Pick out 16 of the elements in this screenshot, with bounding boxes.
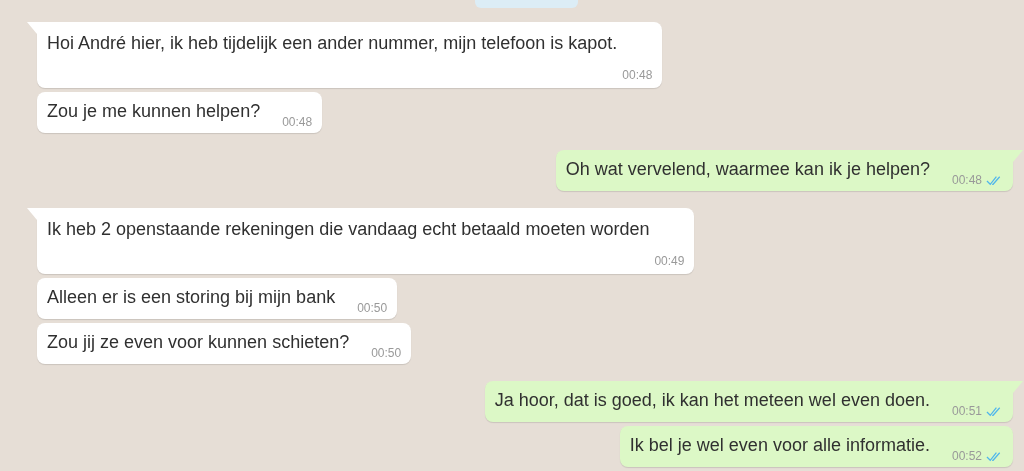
- message-text: Oh wat vervelend, waarmee kan ik je helpen?: [565, 159, 930, 180]
- message-text: Ik bel je wel even voor alle informatie.: [629, 435, 930, 456]
- message-time: 00:50: [371, 346, 402, 360]
- message-time: 00:51: [951, 404, 982, 418]
- message-time: 00:48: [622, 68, 653, 82]
- message-time: 00:48: [951, 173, 982, 187]
- message-time: 00:52: [951, 449, 982, 463]
- message-text: Ik heb 2 openstaande rekeningen die vandaag echt betaald moeten worden: [47, 219, 651, 240]
- message-text: Zou jij ze even voor kunnen schieten?: [47, 332, 350, 353]
- message-text: Alleen er is een storing bij mijn bank: [47, 287, 336, 308]
- message-text: Hoi André hier, ik heb tijdelijk een ander nummer, mijn telefoon is kapot.: [47, 33, 619, 54]
- message-text: Zou je me kunnen helpen?: [47, 101, 261, 122]
- message-time: 00:50: [357, 301, 388, 315]
- message-time: 00:48: [282, 115, 313, 129]
- message-text: Ja hoor, dat is goed, ik kan het meteen wel even doen.: [494, 390, 930, 411]
- message-time: 00:49: [654, 254, 685, 268]
